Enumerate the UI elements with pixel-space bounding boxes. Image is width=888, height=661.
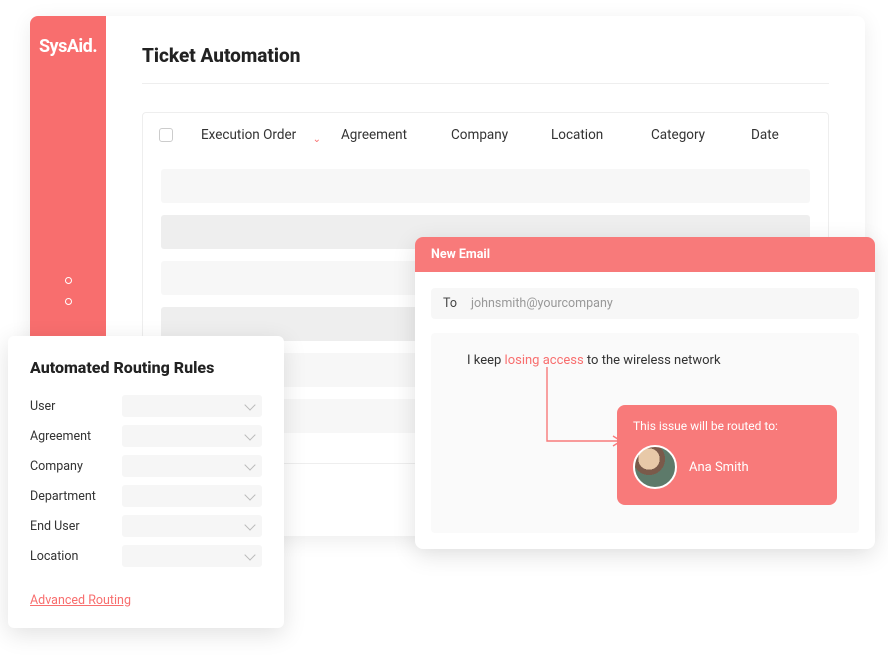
agreement-select[interactable] <box>122 425 262 447</box>
chevron-down-icon <box>244 429 255 440</box>
rule-label: Location <box>30 549 78 564</box>
routing-title: Automated Routing Rules <box>30 358 262 377</box>
email-to-row: To johnsmith@yourcompany <box>431 288 859 319</box>
chevron-down-icon <box>244 489 255 500</box>
page-title: Ticket Automation <box>142 44 829 84</box>
column-company[interactable]: Company <box>451 127 541 143</box>
sort-icon: ⌄ <box>313 134 321 145</box>
rule-row-company: Company <box>30 455 262 477</box>
email-message-box[interactable]: I keep losing access to the wireless net… <box>431 333 859 533</box>
email-message-text: I keep losing access to the wireless net… <box>467 353 837 368</box>
chevron-down-icon <box>244 459 255 470</box>
location-select[interactable] <box>122 545 262 567</box>
to-label: To <box>443 296 457 311</box>
logo-text: SysAid <box>39 36 92 57</box>
logo: SysAid. <box>39 36 97 57</box>
column-agreement[interactable]: Agreement <box>341 127 441 143</box>
chevron-down-icon <box>244 399 255 410</box>
column-location[interactable]: Location <box>551 127 641 143</box>
select-all-checkbox[interactable] <box>159 128 173 142</box>
chevron-down-icon <box>244 549 255 560</box>
highlight-text: losing access <box>505 353 584 368</box>
routing-rules-card: Automated Routing Rules User Agreement C… <box>8 336 284 628</box>
rule-label: Company <box>30 459 83 474</box>
avatar <box>633 445 677 489</box>
end-user-select[interactable] <box>122 515 262 537</box>
company-select[interactable] <box>122 455 262 477</box>
chevron-down-icon <box>244 519 255 530</box>
rule-row-end-user: End User <box>30 515 262 537</box>
email-header: New Email <box>415 237 875 272</box>
column-date[interactable]: Date <box>751 127 811 143</box>
rule-label: User <box>30 399 55 414</box>
rule-label: Department <box>30 489 96 504</box>
agent-row: Ana Smith <box>633 445 821 489</box>
column-category[interactable]: Category <box>651 127 741 143</box>
nav-dots <box>65 277 72 305</box>
table-row[interactable] <box>161 169 810 203</box>
rule-row-agreement: Agreement <box>30 425 262 447</box>
user-select[interactable] <box>122 395 262 417</box>
email-body: To johnsmith@yourcompany I keep losing a… <box>415 272 875 549</box>
rule-label: End User <box>30 519 80 534</box>
department-select[interactable] <box>122 485 262 507</box>
advanced-routing-link[interactable]: Advanced Routing <box>30 593 131 608</box>
table-header: Execution Order ⌄ Agreement Company Loca… <box>143 113 828 157</box>
rule-row-user: User <box>30 395 262 417</box>
callout-title: This issue will be routed to: <box>633 419 821 433</box>
nav-dot-icon[interactable] <box>65 298 72 305</box>
email-card: New Email To johnsmith@yourcompany I kee… <box>415 237 875 549</box>
rule-row-department: Department <box>30 485 262 507</box>
logo-dot: . <box>92 36 97 57</box>
rule-row-location: Location <box>30 545 262 567</box>
agent-name: Ana Smith <box>689 460 749 475</box>
column-execution-order[interactable]: Execution Order ⌄ <box>201 127 331 143</box>
routing-callout: This issue will be routed to: Ana Smith <box>617 405 837 505</box>
rule-label: Agreement <box>30 429 91 444</box>
nav-dot-icon[interactable] <box>65 277 72 284</box>
to-value[interactable]: johnsmith@yourcompany <box>471 296 613 311</box>
